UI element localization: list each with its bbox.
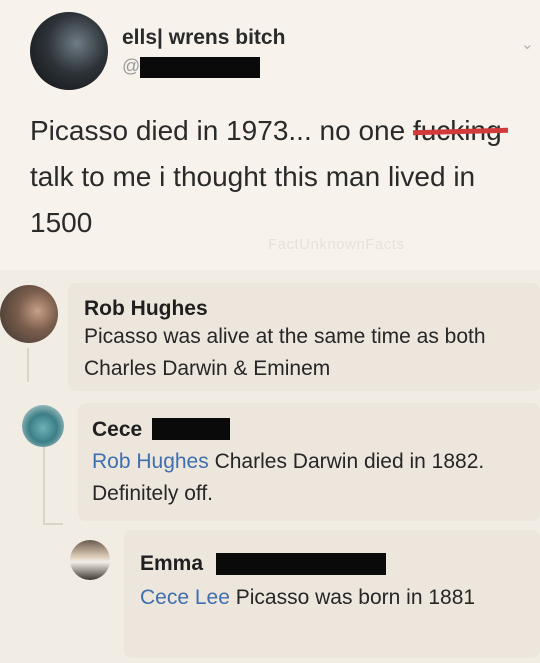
author-avatar[interactable] bbox=[30, 12, 108, 90]
thread-line bbox=[43, 445, 45, 525]
author-name[interactable]: ells| wrens bitch bbox=[122, 26, 285, 50]
watermark: FactUnknownFacts bbox=[268, 236, 405, 253]
avatar[interactable] bbox=[22, 405, 64, 447]
name-redaction bbox=[216, 553, 386, 575]
comment-text: Picasso was alive at the same time as bo… bbox=[84, 321, 524, 385]
thread-line bbox=[43, 523, 63, 525]
comment-body: Picasso was born in 1881 bbox=[229, 586, 476, 609]
mention-link[interactable]: Rob Hughes bbox=[92, 450, 209, 473]
tweet-card: ells| wrens bitch @ ⌄ Picasso died in 19… bbox=[0, 0, 540, 270]
comment-author[interactable]: Emma bbox=[140, 552, 203, 576]
tweet-text-part: talk to me i thought this man lived in 1… bbox=[30, 161, 476, 238]
avatar[interactable] bbox=[70, 540, 110, 580]
comment-text: Rob Hughes Charles Darwin died in 1882. … bbox=[92, 446, 522, 510]
tweet-text: Picasso died in 1973... no one fucking t… bbox=[30, 108, 535, 246]
comment-body: Picasso was alive at the same time as bo… bbox=[84, 325, 486, 380]
name-redaction bbox=[152, 418, 230, 440]
comment-author[interactable]: Cece bbox=[92, 418, 142, 442]
handle-redaction bbox=[140, 57, 260, 78]
chevron-down-icon[interactable]: ⌄ bbox=[521, 34, 534, 54]
author-handle[interactable]: @ bbox=[122, 56, 140, 77]
comment-text: Cece Lee Picasso was born in 1881 bbox=[140, 582, 520, 614]
tweet-text-part: Picasso died in 1973... no one bbox=[30, 115, 413, 146]
thread-line bbox=[27, 348, 29, 382]
struck-word: fucking bbox=[412, 108, 508, 154]
comment-author[interactable]: Rob Hughes bbox=[84, 297, 208, 321]
mention-link[interactable]: Cece Lee bbox=[140, 586, 230, 609]
avatar[interactable] bbox=[0, 285, 58, 343]
